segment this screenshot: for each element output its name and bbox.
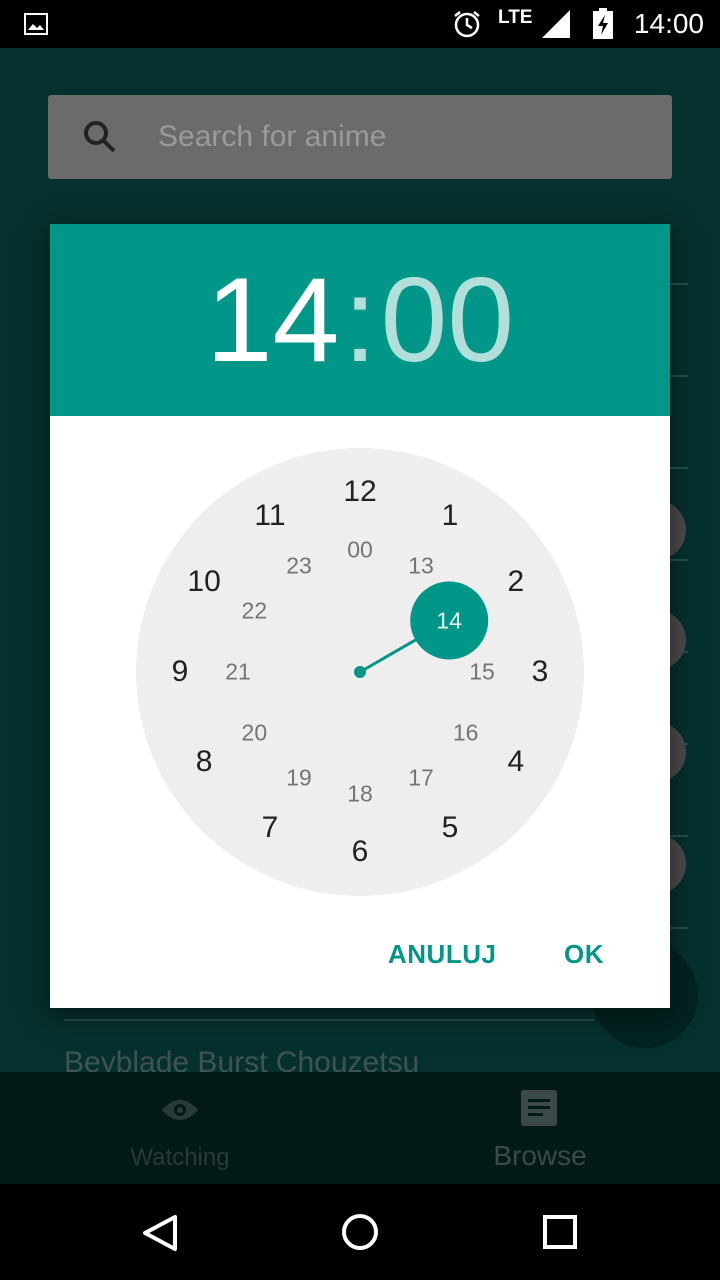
clock-inner-number[interactable]: 23 <box>286 553 312 580</box>
hours-display[interactable]: 14 <box>206 260 339 380</box>
tab-watching[interactable]: Watching <box>0 1072 360 1184</box>
home-icon <box>341 1213 379 1256</box>
clock-outer-number[interactable]: 3 <box>532 655 549 689</box>
tab-watching-label: Watching <box>130 1144 230 1171</box>
clock-outer-number[interactable]: 8 <box>196 745 213 779</box>
system-navigation-bar <box>0 1184 720 1280</box>
alarm-icon <box>452 0 482 48</box>
clock-outer-number[interactable]: 9 <box>172 655 189 689</box>
list-icon <box>521 1090 557 1131</box>
search-input[interactable]: Search for anime <box>158 95 386 179</box>
tab-browse[interactable]: Browse <box>360 1072 720 1184</box>
bottom-navigation: Watching Browse <box>0 1072 720 1184</box>
minutes-display[interactable]: 00 <box>381 260 514 380</box>
status-bar: LTE 14:00 <box>0 0 720 48</box>
status-clock: 14:00 <box>633 8 704 39</box>
clock-inner-number[interactable]: 22 <box>242 598 268 625</box>
clock-outer-number[interactable]: 2 <box>508 565 525 599</box>
clock-inner-number[interactable]: 18 <box>347 781 373 808</box>
battery-charging-icon <box>592 0 614 48</box>
signal-icon <box>540 0 572 48</box>
network-type: LTE <box>498 7 533 28</box>
cancel-button[interactable]: ANULUJ <box>388 924 496 984</box>
image-icon <box>24 0 48 48</box>
back-icon <box>142 1214 178 1257</box>
clock-inner-number[interactable]: 21 <box>225 659 251 686</box>
clock-inner-number[interactable]: 16 <box>453 720 479 747</box>
clock-outer-number[interactable]: 11 <box>254 499 285 533</box>
clock-inner-number[interactable]: 19 <box>286 764 312 791</box>
clock-hand <box>354 581 489 678</box>
tab-browse-label: Browse <box>493 1140 587 1171</box>
clock-inner-number[interactable]: 15 <box>469 659 495 686</box>
recents-icon <box>543 1215 577 1254</box>
clock-outer-number[interactable]: 1 <box>442 499 459 533</box>
clock-inner-number[interactable]: 20 <box>242 720 268 747</box>
clock-face[interactable]: 12 1 2 3 4 5 6 7 8 9 10 11 00 13 14 15 16 17 18 19 20 21 22 23 <box>136 448 584 896</box>
time-display: 14 : 00 <box>50 224 670 416</box>
clock-inner-number[interactable]: 14 <box>436 607 462 634</box>
clock-outer-number[interactable]: 10 <box>187 565 220 599</box>
list-divider <box>64 1019 594 1021</box>
clock-outer-number[interactable]: 12 <box>343 475 376 509</box>
time-picker-header: 14 : 00 <box>50 224 670 416</box>
recents-button[interactable] <box>500 1184 620 1280</box>
clock-inner-number[interactable]: 00 <box>347 537 373 564</box>
search-icon <box>82 119 118 160</box>
clock-outer-number[interactable]: 6 <box>352 835 369 869</box>
clock-inner-number[interactable]: 17 <box>408 764 434 791</box>
time-separator: : <box>343 253 377 387</box>
search-bar[interactable]: Search for anime <box>48 95 672 179</box>
ok-button[interactable]: OK <box>564 924 604 984</box>
home-button[interactable] <box>300 1184 420 1280</box>
clock-inner-number[interactable]: 13 <box>408 553 434 580</box>
eye-icon <box>160 1096 200 1129</box>
clock-center-dot <box>354 666 366 678</box>
time-picker-dialog: 14 : 00 12 1 2 3 4 5 6 7 8 9 10 11 00 13 14 15 16 17 18 19 2… <box>50 224 670 1008</box>
clock-outer-number[interactable]: 7 <box>262 811 279 845</box>
dialog-actions: ANULUJ OK <box>50 924 670 984</box>
clock-outer-number[interactable]: 5 <box>442 811 459 845</box>
back-button[interactable] <box>100 1184 220 1280</box>
clock-outer-number[interactable]: 4 <box>508 745 525 779</box>
